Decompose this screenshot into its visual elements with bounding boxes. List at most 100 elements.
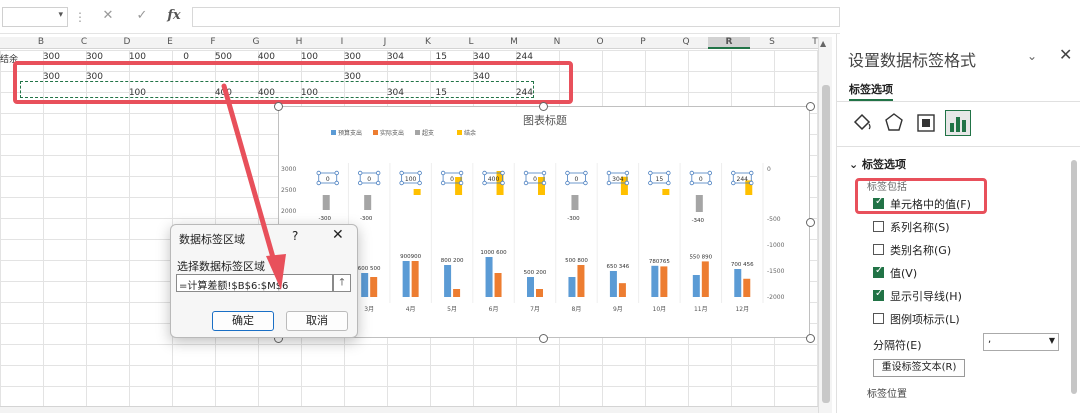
label-options-icon[interactable] [945, 110, 971, 136]
formula-input[interactable] [192, 7, 840, 27]
insert-function-icon[interactable]: fx [164, 8, 184, 26]
bar-budget [444, 265, 452, 297]
name-box[interactable]: ▾ [2, 7, 68, 27]
collapse-icon[interactable]: 🡑 [333, 274, 351, 292]
option-checkbox[interactable]: 图例项标示(L) [873, 311, 960, 327]
column-header-b[interactable]: B [20, 37, 62, 47]
label-handle [689, 180, 695, 186]
checkbox-checked-icon[interactable] [873, 265, 884, 278]
data-label: 1000 600 [480, 250, 507, 256]
reset-label-text-button[interactable]: 重设标签文本(R) [873, 359, 965, 377]
column-header-e[interactable]: E [149, 37, 191, 47]
data-label: -300 [567, 216, 580, 222]
ok-button[interactable]: 确定 [212, 311, 274, 331]
column-header-m[interactable]: M [493, 37, 535, 47]
sheet-tab-bar[interactable] [0, 406, 818, 413]
format-data-labels-pane: 设置数据标签格式 ⌄ ✕ 标签选项 ⌄ 标签选项 标签包括 单元格中的值(F)系… [836, 34, 1080, 413]
column-header-h[interactable]: H [278, 37, 320, 47]
checkbox-icon[interactable] [873, 244, 884, 255]
bar-budget [402, 261, 410, 297]
bar-actual [370, 277, 378, 297]
column-header-l[interactable]: L [450, 37, 492, 47]
column-header-d[interactable]: D [106, 37, 148, 47]
close-icon[interactable]: ✕ [1059, 45, 1072, 64]
chevron-down-icon[interactable]: ⌄ [1027, 49, 1037, 63]
label-handle [399, 170, 404, 176]
column-header-s[interactable]: S [751, 37, 793, 47]
help-icon[interactable]: ? [292, 229, 298, 243]
bar-budget [568, 277, 576, 297]
column-header-f[interactable]: F [192, 37, 234, 47]
legend-entry: 预算支出 [338, 129, 362, 137]
column-header-k[interactable]: K [407, 37, 449, 47]
bar-budget [609, 271, 617, 297]
column-header-g[interactable]: G [235, 37, 277, 47]
separator-select[interactable]: , ▼ [983, 333, 1059, 351]
label-handle [523, 180, 529, 186]
enter-icon[interactable]: ✓ [132, 8, 152, 26]
column-header-j[interactable]: J [364, 37, 406, 47]
resize-handle[interactable] [539, 334, 548, 343]
checkbox-checked-icon[interactable] [873, 288, 884, 301]
label-handle [500, 180, 505, 186]
bar-actual [743, 278, 751, 297]
column-header-c[interactable]: C [63, 37, 105, 47]
resize-handle[interactable] [806, 218, 815, 227]
option-checkbox[interactable]: 显示引导线(H) [873, 288, 962, 304]
resize-handle[interactable] [806, 102, 815, 111]
label-handle [749, 180, 754, 186]
scroll-thumb[interactable] [1071, 160, 1077, 394]
label-handle [334, 180, 339, 186]
y2-tick-label: -500 [767, 216, 781, 223]
y-tick-label: 3000 [281, 166, 296, 173]
cancel-button[interactable]: 取消 [286, 311, 348, 331]
checkbox-icon[interactable] [873, 221, 884, 232]
column-header-i[interactable]: I [321, 37, 363, 47]
label-handle [565, 180, 570, 186]
resize-handle[interactable] [274, 102, 283, 111]
close-icon[interactable]: ✕ [332, 227, 344, 243]
data-label: 780765 [649, 259, 670, 265]
scroll-thumb[interactable] [822, 85, 830, 403]
effects-icon[interactable] [881, 110, 907, 136]
label-handle [606, 170, 612, 176]
scroll-up-icon[interactable]: ▲ [820, 39, 826, 48]
resize-handle[interactable] [539, 102, 548, 111]
resize-handle[interactable] [806, 334, 815, 343]
column-header-r[interactable]: R [708, 37, 750, 49]
bar-actual [494, 273, 502, 297]
chevron-down-icon[interactable]: ▾ [58, 10, 63, 20]
data-label: 0 [367, 176, 371, 183]
fill-line-icon[interactable] [849, 110, 875, 136]
option-checkbox[interactable]: 系列名称(S) [873, 219, 950, 235]
vertical-scrollbar[interactable]: ▲ [818, 37, 832, 413]
separator-value: , [988, 334, 992, 345]
label-handle [375, 170, 381, 176]
column-header-q[interactable]: Q [665, 37, 707, 47]
tab-label-options[interactable]: 标签选项 [849, 81, 893, 101]
y2-tick-label: 0 [767, 166, 771, 173]
section-label-options[interactable]: ⌄ 标签选项 [849, 156, 906, 172]
checkbox-icon[interactable] [873, 313, 884, 324]
chevron-down-icon[interactable]: ▼ [1049, 336, 1055, 345]
data-label: 0 [699, 176, 703, 183]
label-handle [624, 180, 630, 186]
range-input[interactable]: =计算差额!$B$6:$M$6 [176, 274, 333, 292]
column-header-p[interactable]: P [622, 37, 664, 47]
data-label: 100 [405, 176, 417, 183]
option-checkbox[interactable]: 值(V) [873, 265, 917, 281]
option-label: 类别名称(G) [890, 244, 952, 257]
size-properties-icon[interactable] [913, 110, 939, 136]
x-tick-label: 6月 [489, 306, 499, 313]
more-icon: ⋮ [74, 10, 86, 24]
label-handle [666, 170, 671, 176]
column-header-o[interactable]: O [579, 37, 621, 47]
data-label: 0 [326, 176, 330, 183]
pane-scrollbar[interactable] [1069, 146, 1079, 413]
column-header-n[interactable]: N [536, 37, 578, 47]
y-tick-label: 2500 [281, 187, 296, 194]
option-checkbox[interactable]: 类别名称(G) [873, 242, 951, 258]
label-handle [357, 170, 363, 176]
label-handle [606, 180, 612, 186]
cancel-icon[interactable]: ✕ [98, 8, 118, 26]
